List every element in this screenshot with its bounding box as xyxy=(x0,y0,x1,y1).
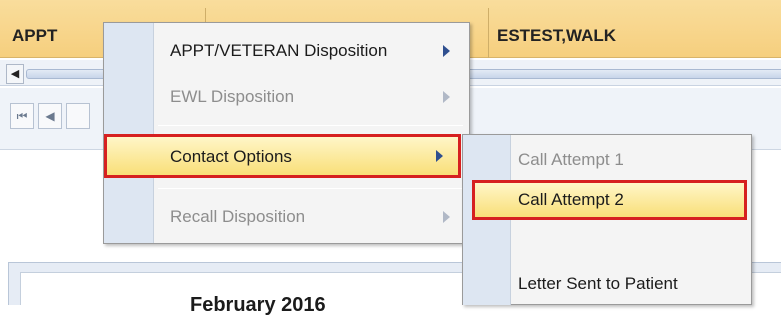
menu-item-label: Recall Disposition xyxy=(170,207,306,226)
menu-item-label: EWL Disposition xyxy=(170,87,295,106)
next-record-button[interactable] xyxy=(66,103,90,129)
calendar-month-label: February 2016 xyxy=(190,294,326,316)
submenu-arrow-icon xyxy=(436,150,443,162)
menu-item-label: APPT/VETERAN Disposition xyxy=(170,41,388,60)
menu-item-appt-veteran-disposition[interactable]: APPT/VETERAN Disposition xyxy=(104,30,469,72)
menu-item-ewl-disposition[interactable]: EWL Disposition xyxy=(104,76,469,118)
submenu-item-label: Call Attempt 2 xyxy=(518,190,624,209)
grid-cell-patient-name: ESTEST,WALK xyxy=(497,26,617,45)
menu-separator xyxy=(158,125,463,126)
submenu-item-letter-sent-to-patient[interactable]: Letter Sent to Patient xyxy=(463,266,751,302)
menu-separator xyxy=(158,188,463,189)
menu-item-contact-options[interactable]: Contact Options xyxy=(104,134,461,178)
menu-item-label: Contact Options xyxy=(170,147,292,166)
previous-record-button[interactable]: ◀ xyxy=(38,103,62,129)
grid-cell-type: APPT xyxy=(12,26,58,45)
submenu-arrow-icon xyxy=(443,45,450,57)
submenu-arrow-icon xyxy=(443,211,450,223)
submenu-arrow-icon xyxy=(443,91,450,103)
grid-column-divider xyxy=(488,8,489,58)
submenu-item-label: Call Attempt 1 xyxy=(518,150,624,169)
scroll-left-button[interactable]: ◀ xyxy=(6,64,24,84)
submenu-item-label: Letter Sent to Patient xyxy=(518,274,678,293)
menu-item-recall-disposition[interactable]: Recall Disposition xyxy=(104,196,469,238)
submenu-item-call-attempt-2[interactable]: Call Attempt 2 xyxy=(472,180,747,220)
submenu-item-call-attempt-1[interactable]: Call Attempt 1 xyxy=(463,142,751,178)
first-record-button[interactable]: ⏮ xyxy=(10,103,34,129)
